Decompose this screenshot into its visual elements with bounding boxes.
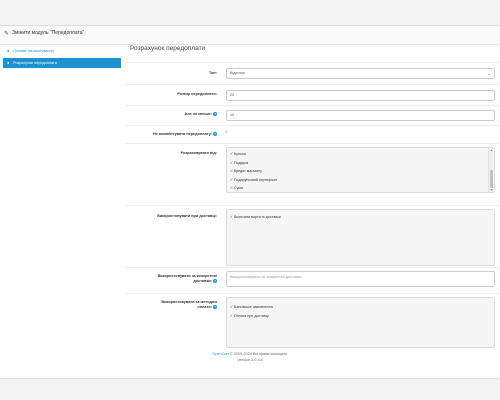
chevron-down-icon: ⌄ — [487, 71, 491, 76]
scroll-down-icon[interactable]: ▼ — [489, 188, 494, 192]
no-compensate-label-text: Не компенсувати передоплату: — [152, 132, 212, 136]
tab-prepayment-calc[interactable]: ● Розрахунок передоплати — [3, 58, 121, 68]
no-compensate-checkbox[interactable]: ✓ — [225, 129, 228, 134]
info-icon: ? — [213, 132, 217, 136]
no-compensate-label: Не компенсувати передоплату:? — [153, 132, 217, 137]
panel-heading: ✎ Змінити модуль "Передоплата" — [0, 26, 500, 45]
info-icon: ? — [213, 305, 217, 309]
check-label: Оплата при доставці — [234, 313, 269, 318]
row-specific-shipping: Використовувати за конкретної доставки:?… — [125, 267, 500, 294]
row-type: Тип: Відсоток ⌄ — [125, 62, 500, 85]
payment-method-label-text: Використовувати за методом оплати: — [161, 300, 217, 309]
check-label: Подарок — [234, 160, 249, 165]
panel-title: Змінити модуль "Передоплата" — [12, 30, 85, 36]
use-shipping-list[interactable]: ✓Включати вартість доставки — [226, 209, 495, 266]
tab-label: Розрахунок передоплати — [13, 61, 57, 65]
check-include-shipping[interactable]: ✓Включати вартість доставки — [227, 213, 494, 222]
tab-label: Основні налаштування — [13, 49, 54, 53]
calc-from-list[interactable]: ✓Купони ✓Подарок ✓Кредит магазину ✓Подар… — [226, 147, 495, 193]
footer-version: Version 3.0.3.8 — [237, 357, 263, 362]
info-icon: ? — [213, 279, 217, 283]
specific-shipping-label-text: Використовувати за конкретної доставки: — [157, 274, 217, 283]
circle-icon: ● — [7, 60, 10, 65]
section-title: Розрахунок передоплати — [130, 45, 206, 52]
type-label: Тип: — [208, 71, 217, 75]
check-label: Сума — [234, 186, 243, 190]
scrollbar[interactable]: ▲ ▼ — [488, 148, 494, 192]
check-label: Купони — [234, 152, 246, 156]
row-use-shipping: Використовувати при доставці: ✓Включати … — [125, 205, 500, 268]
footer: OpenCart © 2009-2024 Всі права захищені.… — [0, 352, 500, 363]
amount-label: Розмір передоплати: — [177, 92, 217, 96]
row-amount: Розмір передоплати: 20 — [125, 84, 500, 106]
row-calc-from: Розраховувати від: ✓Купони ✓Подарок ✓Кре… — [125, 143, 500, 198]
use-shipping-label: Використовувати при доставці: — [157, 214, 217, 218]
tab-general[interactable]: ● Основні налаштування — [3, 46, 121, 56]
amount-input[interactable]: 20 — [226, 90, 495, 101]
min-input[interactable]: 10 — [226, 110, 495, 121]
check-bank-transfer[interactable]: ✓Банківське замовлення — [227, 303, 494, 312]
check-label: Включати вартість доставки — [234, 215, 281, 219]
copyright-text: © 2009-2024 Всі права захищені. — [228, 352, 288, 356]
type-select[interactable]: Відсоток ⌄ — [226, 68, 495, 79]
scroll-thumb[interactable] — [490, 170, 493, 188]
tabs: ● Основні налаштування ● Розрахунок пере… — [3, 46, 121, 70]
check-sum[interactable]: ✓Сума — [227, 184, 494, 192]
row-no-compensate: Не компенсувати передоплату:? ✓ — [125, 125, 500, 144]
type-value: Відсоток — [230, 71, 246, 75]
check-coupons[interactable]: ✓Купони — [227, 150, 494, 159]
check-label: Подарунковий сертифікат — [234, 177, 278, 182]
check-label: Банківське замовлення — [234, 305, 273, 309]
check-cod[interactable]: ✓Оплата при доставці — [227, 312, 494, 321]
check-gift[interactable]: ✓Подарок — [227, 159, 494, 168]
check-gift-certificate[interactable]: ✓Подарунковий сертифікат — [227, 176, 494, 185]
pencil-icon: ✎ — [4, 31, 10, 37]
min-label: Але не менше:? — [184, 112, 217, 117]
payment-method-list[interactable]: ✓Банківське замовлення ✓Оплата при доста… — [226, 297, 495, 348]
min-label-text: Але не менше: — [184, 112, 213, 116]
payment-method-label: Використовувати за методом оплати:? — [147, 300, 217, 310]
scroll-up-icon[interactable]: ▲ — [489, 148, 494, 152]
row-min: Але не менше:? 10 — [125, 105, 500, 126]
specific-shipping-label: Використовувати за конкретної доставки:? — [147, 274, 217, 284]
info-icon: ? — [213, 112, 217, 116]
check-label: Кредит магазину — [234, 169, 262, 173]
row-payment-method: Використовувати за методом оплати:? ✓Бан… — [125, 293, 500, 349]
specific-shipping-input[interactable]: Використовувати за конкретної доставки — [226, 271, 495, 287]
opencart-link[interactable]: OpenCart — [212, 352, 228, 356]
circle-icon: ● — [7, 48, 10, 53]
calc-from-label: Розраховувати від: — [180, 151, 217, 155]
check-store-credit[interactable]: ✓Кредит магазину — [227, 167, 494, 176]
